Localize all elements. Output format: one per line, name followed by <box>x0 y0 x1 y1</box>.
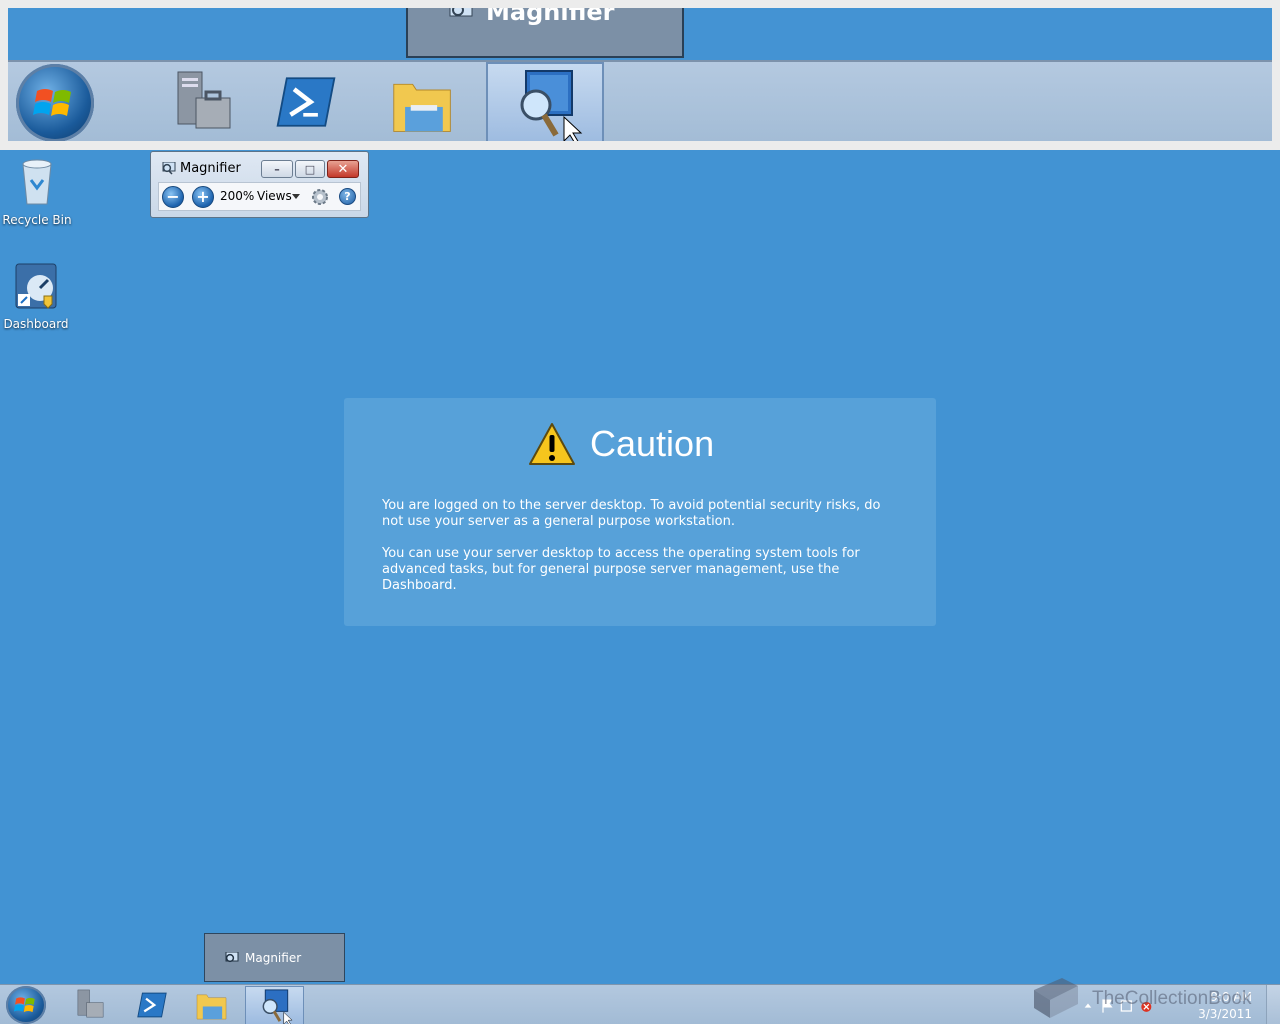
windows-flag-icon <box>14 997 35 1013</box>
minimize-button[interactable]: – <box>261 160 293 178</box>
start-button[interactable] <box>6 986 46 1024</box>
magnifier-icon <box>262 989 293 1024</box>
magnifier-icon <box>225 952 239 963</box>
lens-taskbar <box>8 60 1272 141</box>
zoom-out-button[interactable]: − <box>162 186 184 208</box>
magnifier-taskbar-button[interactable] <box>245 986 304 1024</box>
chevron-down-icon[interactable] <box>292 194 300 199</box>
taskbar: 9:0 AM 3/3/2011 <box>0 984 1280 1024</box>
lens-start-button <box>16 64 94 141</box>
magnifier-icon <box>449 8 473 17</box>
book-watermark-icon <box>1034 978 1078 1018</box>
plus-icon: + <box>196 187 210 206</box>
magnifier-window-title: Magnifier <box>180 161 241 176</box>
server-manager-taskbar-button[interactable] <box>64 986 120 1024</box>
watermark-text: TheCollectionBook <box>1092 988 1252 1009</box>
help-button[interactable]: ? <box>339 188 356 205</box>
help-icon: ? <box>344 190 351 203</box>
lens-server-manager-icon <box>148 62 264 141</box>
caution-title: Caution <box>590 423 715 464</box>
warning-icon <box>529 423 575 465</box>
magnifier-toolbar: − + 200% Views ? <box>158 182 361 211</box>
lens-powershell-icon <box>264 62 380 141</box>
zoom-level: 200% <box>220 189 255 203</box>
dashboard-icon <box>15 263 57 309</box>
lens-thumbnail-preview: Magnifier <box>406 6 684 58</box>
taskbar-thumbnail-popup[interactable]: Magnifier <box>204 933 345 982</box>
zoom-in-button[interactable]: + <box>192 186 214 208</box>
magnifier-window[interactable]: Magnifier – □ ✕ − + 200% Views ? <box>150 151 369 218</box>
gear-icon[interactable] <box>310 187 330 207</box>
powershell-taskbar-button[interactable] <box>124 986 180 1024</box>
maximize-button[interactable]: □ <box>295 160 325 178</box>
dashboard-label: Dashboard <box>3 317 69 331</box>
dashboard-shortcut[interactable]: Dashboard <box>1 262 71 331</box>
lens-thumbnail-label: Magnifier <box>486 6 615 26</box>
magnifier-lens: Magnifier <box>0 0 1280 150</box>
close-icon: ✕ <box>337 161 349 177</box>
server-manager-icon <box>77 989 104 1018</box>
maximize-icon: □ <box>304 162 316 176</box>
powershell-icon <box>137 992 167 1018</box>
caution-header: Caution <box>528 422 714 466</box>
close-button[interactable]: ✕ <box>327 160 359 178</box>
caution-paragraph-1: You are logged on to the server desktop.… <box>382 498 881 529</box>
explorer-taskbar-button[interactable] <box>184 986 240 1024</box>
recycle-bin-shortcut[interactable]: Recycle Bin <box>2 158 72 227</box>
minimize-icon: – <box>274 162 280 176</box>
thumbnail-popup-label: Magnifier <box>245 951 302 965</box>
lens-magnifier-icon-active <box>486 62 604 141</box>
chevron-up-icon <box>1084 1003 1092 1008</box>
minus-icon: − <box>166 187 180 206</box>
lens-explorer-icon <box>382 62 498 141</box>
folder-icon <box>196 994 227 1020</box>
recycle-bin-label: Recycle Bin <box>2 213 72 227</box>
show-desktop-button[interactable] <box>1266 985 1280 1024</box>
recycle-bin-icon <box>22 159 52 205</box>
caution-panel: Caution You are logged on to the server … <box>344 398 936 626</box>
windows-flag-icon <box>33 89 71 116</box>
magnifier-icon <box>162 162 176 175</box>
caution-paragraph-2: You can use your server desktop to acces… <box>382 546 860 593</box>
views-dropdown[interactable]: Views <box>257 189 292 203</box>
